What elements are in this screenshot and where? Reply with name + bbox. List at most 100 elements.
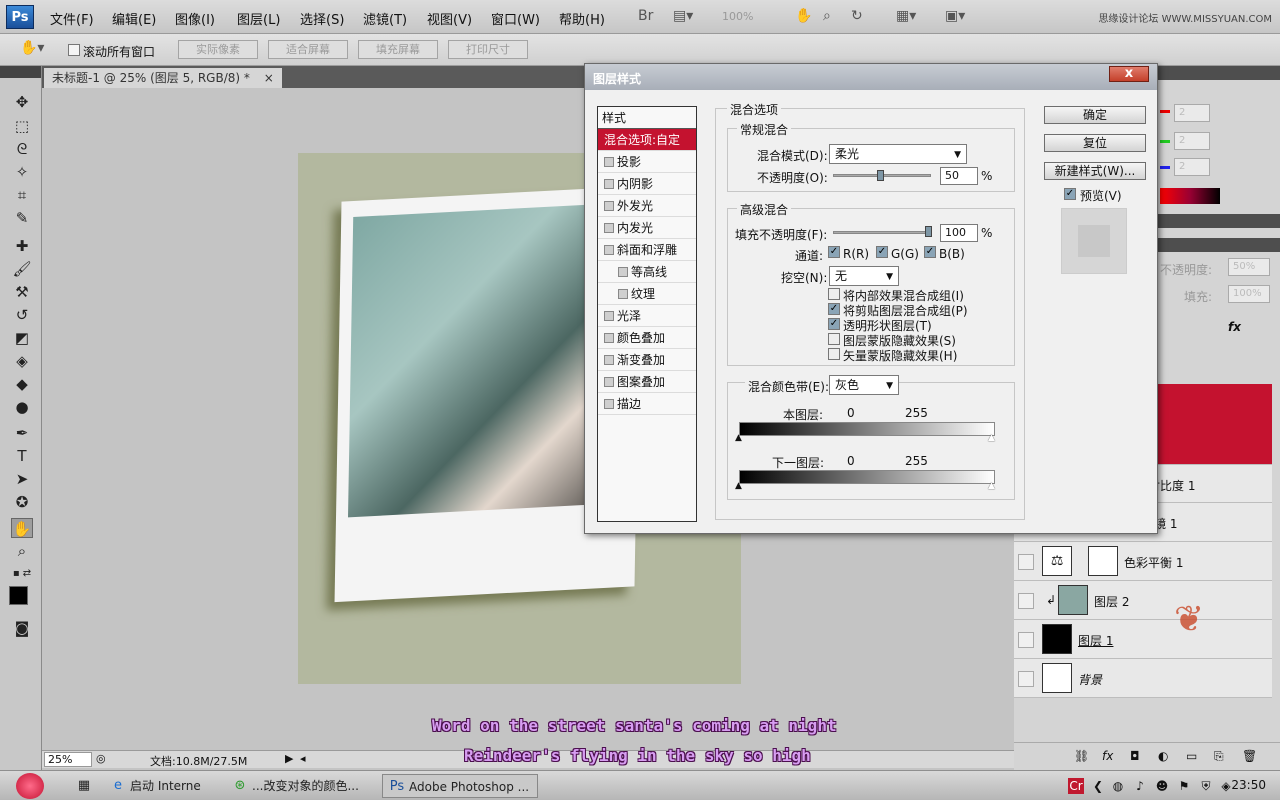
taskbar-item-ie[interactable]: e 启动 Interne [104, 774, 214, 798]
color-ramp[interactable] [1160, 188, 1220, 204]
styles-header[interactable]: 样式 [598, 107, 696, 129]
scroll-all-windows-checkbox[interactable] [68, 44, 80, 56]
style-checkbox[interactable] [604, 399, 614, 409]
default-colors-icon[interactable]: ▪ ⇄ [11, 564, 33, 584]
layer-opacity-field[interactable]: 50% [1228, 258, 1270, 276]
tools-panel-header[interactable] [0, 66, 41, 78]
hand-tool-preset-icon[interactable]: ✋▾ [20, 40, 44, 58]
type-tool-icon[interactable]: T [11, 446, 33, 466]
taskbar-item-browser[interactable]: ⊛ ...改变对象的颜色... [226, 774, 372, 798]
zoom-level-display[interactable]: 100% [722, 10, 753, 23]
lasso-tool-icon[interactable]: ᘓ [11, 139, 33, 159]
preview-checkbox[interactable]: ✓ [1064, 188, 1076, 200]
custom-shape-tool-icon[interactable]: ✪ [11, 492, 33, 512]
status-arrow-icon[interactable]: ▶ [285, 752, 293, 765]
tray-network-icon[interactable]: ⚑ [1176, 778, 1192, 794]
reset-button[interactable]: 复位 [1044, 134, 1146, 152]
style-item[interactable]: 内发光 [598, 217, 696, 239]
eyedropper-tool-icon[interactable]: ✎ [11, 208, 33, 228]
style-item[interactable]: 图案叠加 [598, 371, 696, 393]
foreground-color-swatch[interactable] [9, 586, 28, 605]
style-item[interactable]: 描边 [598, 393, 696, 415]
menu-filter[interactable]: 滤镜(T) [363, 9, 407, 28]
blend-option-checkbox[interactable] [828, 288, 840, 300]
ok-button[interactable]: 确定 [1044, 106, 1146, 124]
close-document-icon[interactable]: × [264, 71, 274, 85]
healing-brush-tool-icon[interactable]: ✚ [11, 236, 33, 256]
tray-user-icon[interactable]: ☻ [1154, 778, 1170, 794]
rotate-view-icon[interactable]: ↻ [851, 8, 863, 26]
green-value-field[interactable]: 2 [1174, 132, 1210, 150]
style-item[interactable]: 混合选项:自定 [598, 129, 696, 151]
blend-option-checkbox[interactable]: ✓ [828, 303, 840, 315]
tray-expand-icon[interactable]: ❮ [1090, 778, 1106, 794]
underlying-black-slider[interactable]: ▲ [735, 481, 742, 491]
fill-screen-button[interactable]: 填充屏幕 [358, 40, 438, 59]
blend-option-checkbox[interactable] [828, 333, 840, 345]
magic-wand-tool-icon[interactable]: ✧ [11, 162, 33, 182]
style-checkbox[interactable] [604, 179, 614, 189]
menu-window[interactable]: 窗口(W) [491, 9, 540, 28]
style-item[interactable]: 渐变叠加 [598, 349, 696, 371]
menu-image[interactable]: 图像(I) [175, 9, 215, 28]
move-tool-icon[interactable]: ✥ [11, 92, 33, 112]
tray-sound-icon[interactable]: ♪ [1132, 778, 1148, 794]
view-extras-icon[interactable]: ▤▾ [673, 8, 693, 26]
style-checkbox[interactable] [604, 157, 614, 167]
visibility-toggle[interactable] [1018, 632, 1034, 648]
zoom-tool-icon[interactable]: ⌕ [823, 8, 831, 26]
opacity-field[interactable]: 50 [940, 167, 978, 185]
style-item[interactable]: 颜色叠加 [598, 327, 696, 349]
quick-mask-icon[interactable]: ◙ [11, 618, 33, 638]
style-checkbox[interactable] [618, 289, 628, 299]
style-checkbox[interactable] [604, 377, 614, 387]
style-item[interactable]: 投影 [598, 151, 696, 173]
style-item[interactable]: 内阴影 [598, 173, 696, 195]
layer-row[interactable]: ⚖ 色彩平衡 1 [1014, 542, 1272, 581]
clone-stamp-tool-icon[interactable]: ⚒ [11, 282, 33, 302]
scroll-left-icon[interactable]: ◂ [300, 752, 306, 765]
style-checkbox[interactable] [604, 245, 614, 255]
eraser-tool-icon[interactable]: ◩ [11, 328, 33, 348]
channel-g-checkbox[interactable]: ✓ [876, 246, 888, 258]
paint-bucket-tool-icon[interactable]: ◈ [11, 351, 33, 371]
style-checkbox[interactable] [604, 333, 614, 343]
style-item[interactable]: 纹理 [598, 283, 696, 305]
layer-row[interactable]: 图层 1 [1014, 620, 1272, 659]
crop-tool-icon[interactable]: ⌗ [11, 185, 33, 205]
opacity-slider-thumb[interactable] [877, 170, 884, 181]
status-menu-icon[interactable]: ◎ [96, 752, 106, 765]
menu-view[interactable]: 视图(V) [427, 9, 472, 28]
menu-layer[interactable]: 图层(L) [237, 9, 280, 28]
start-button[interactable] [16, 773, 44, 799]
blend-option-checkbox[interactable] [828, 348, 840, 360]
underlying-white-slider[interactable]: ▲ [988, 481, 995, 491]
dialog-title-bar[interactable]: 图层样式 x [585, 64, 1157, 90]
channel-b-checkbox[interactable]: ✓ [924, 246, 936, 258]
taskbar-item-photoshop[interactable]: Ps Adobe Photoshop ... [382, 774, 538, 798]
style-item[interactable]: 光泽 [598, 305, 696, 327]
this-layer-white-slider[interactable]: ▲ [988, 433, 995, 443]
blend-if-select[interactable]: 灰色 ▼ [829, 375, 899, 395]
style-item[interactable]: 斜面和浮雕 [598, 239, 696, 261]
layer-fx-icon[interactable]: fx [1228, 320, 1241, 334]
add-style-icon[interactable]: fx [1102, 749, 1113, 763]
layer-fill-field[interactable]: 100% [1228, 285, 1270, 303]
show-desktop-button[interactable]: ▦ [70, 774, 94, 798]
layer-row[interactable]: 背景 ❦ [1014, 599, 1272, 698]
style-item[interactable]: 等高线 [598, 261, 696, 283]
layer-row[interactable]: ↲ 图层 2 [1014, 581, 1272, 620]
visibility-toggle[interactable] [1018, 593, 1034, 609]
style-checkbox[interactable] [604, 201, 614, 211]
knockout-select[interactable]: 无 ▼ [829, 266, 899, 286]
arrange-documents-icon[interactable]: ▦▾ [896, 8, 916, 26]
delete-layer-icon[interactable]: 🗑 [1242, 749, 1257, 763]
brush-tool-icon[interactable]: 🖌 [11, 259, 33, 279]
new-group-icon[interactable]: ▭ [1186, 749, 1197, 763]
visibility-toggle[interactable] [1018, 671, 1034, 687]
add-mask-icon[interactable]: ◘ [1130, 749, 1140, 763]
blur-tool-icon[interactable]: ◆ [11, 374, 33, 394]
dialog-close-button[interactable]: x [1109, 66, 1149, 82]
bridge-icon[interactable]: Br [638, 8, 653, 26]
screen-mode-icon[interactable]: ▣▾ [945, 8, 965, 26]
